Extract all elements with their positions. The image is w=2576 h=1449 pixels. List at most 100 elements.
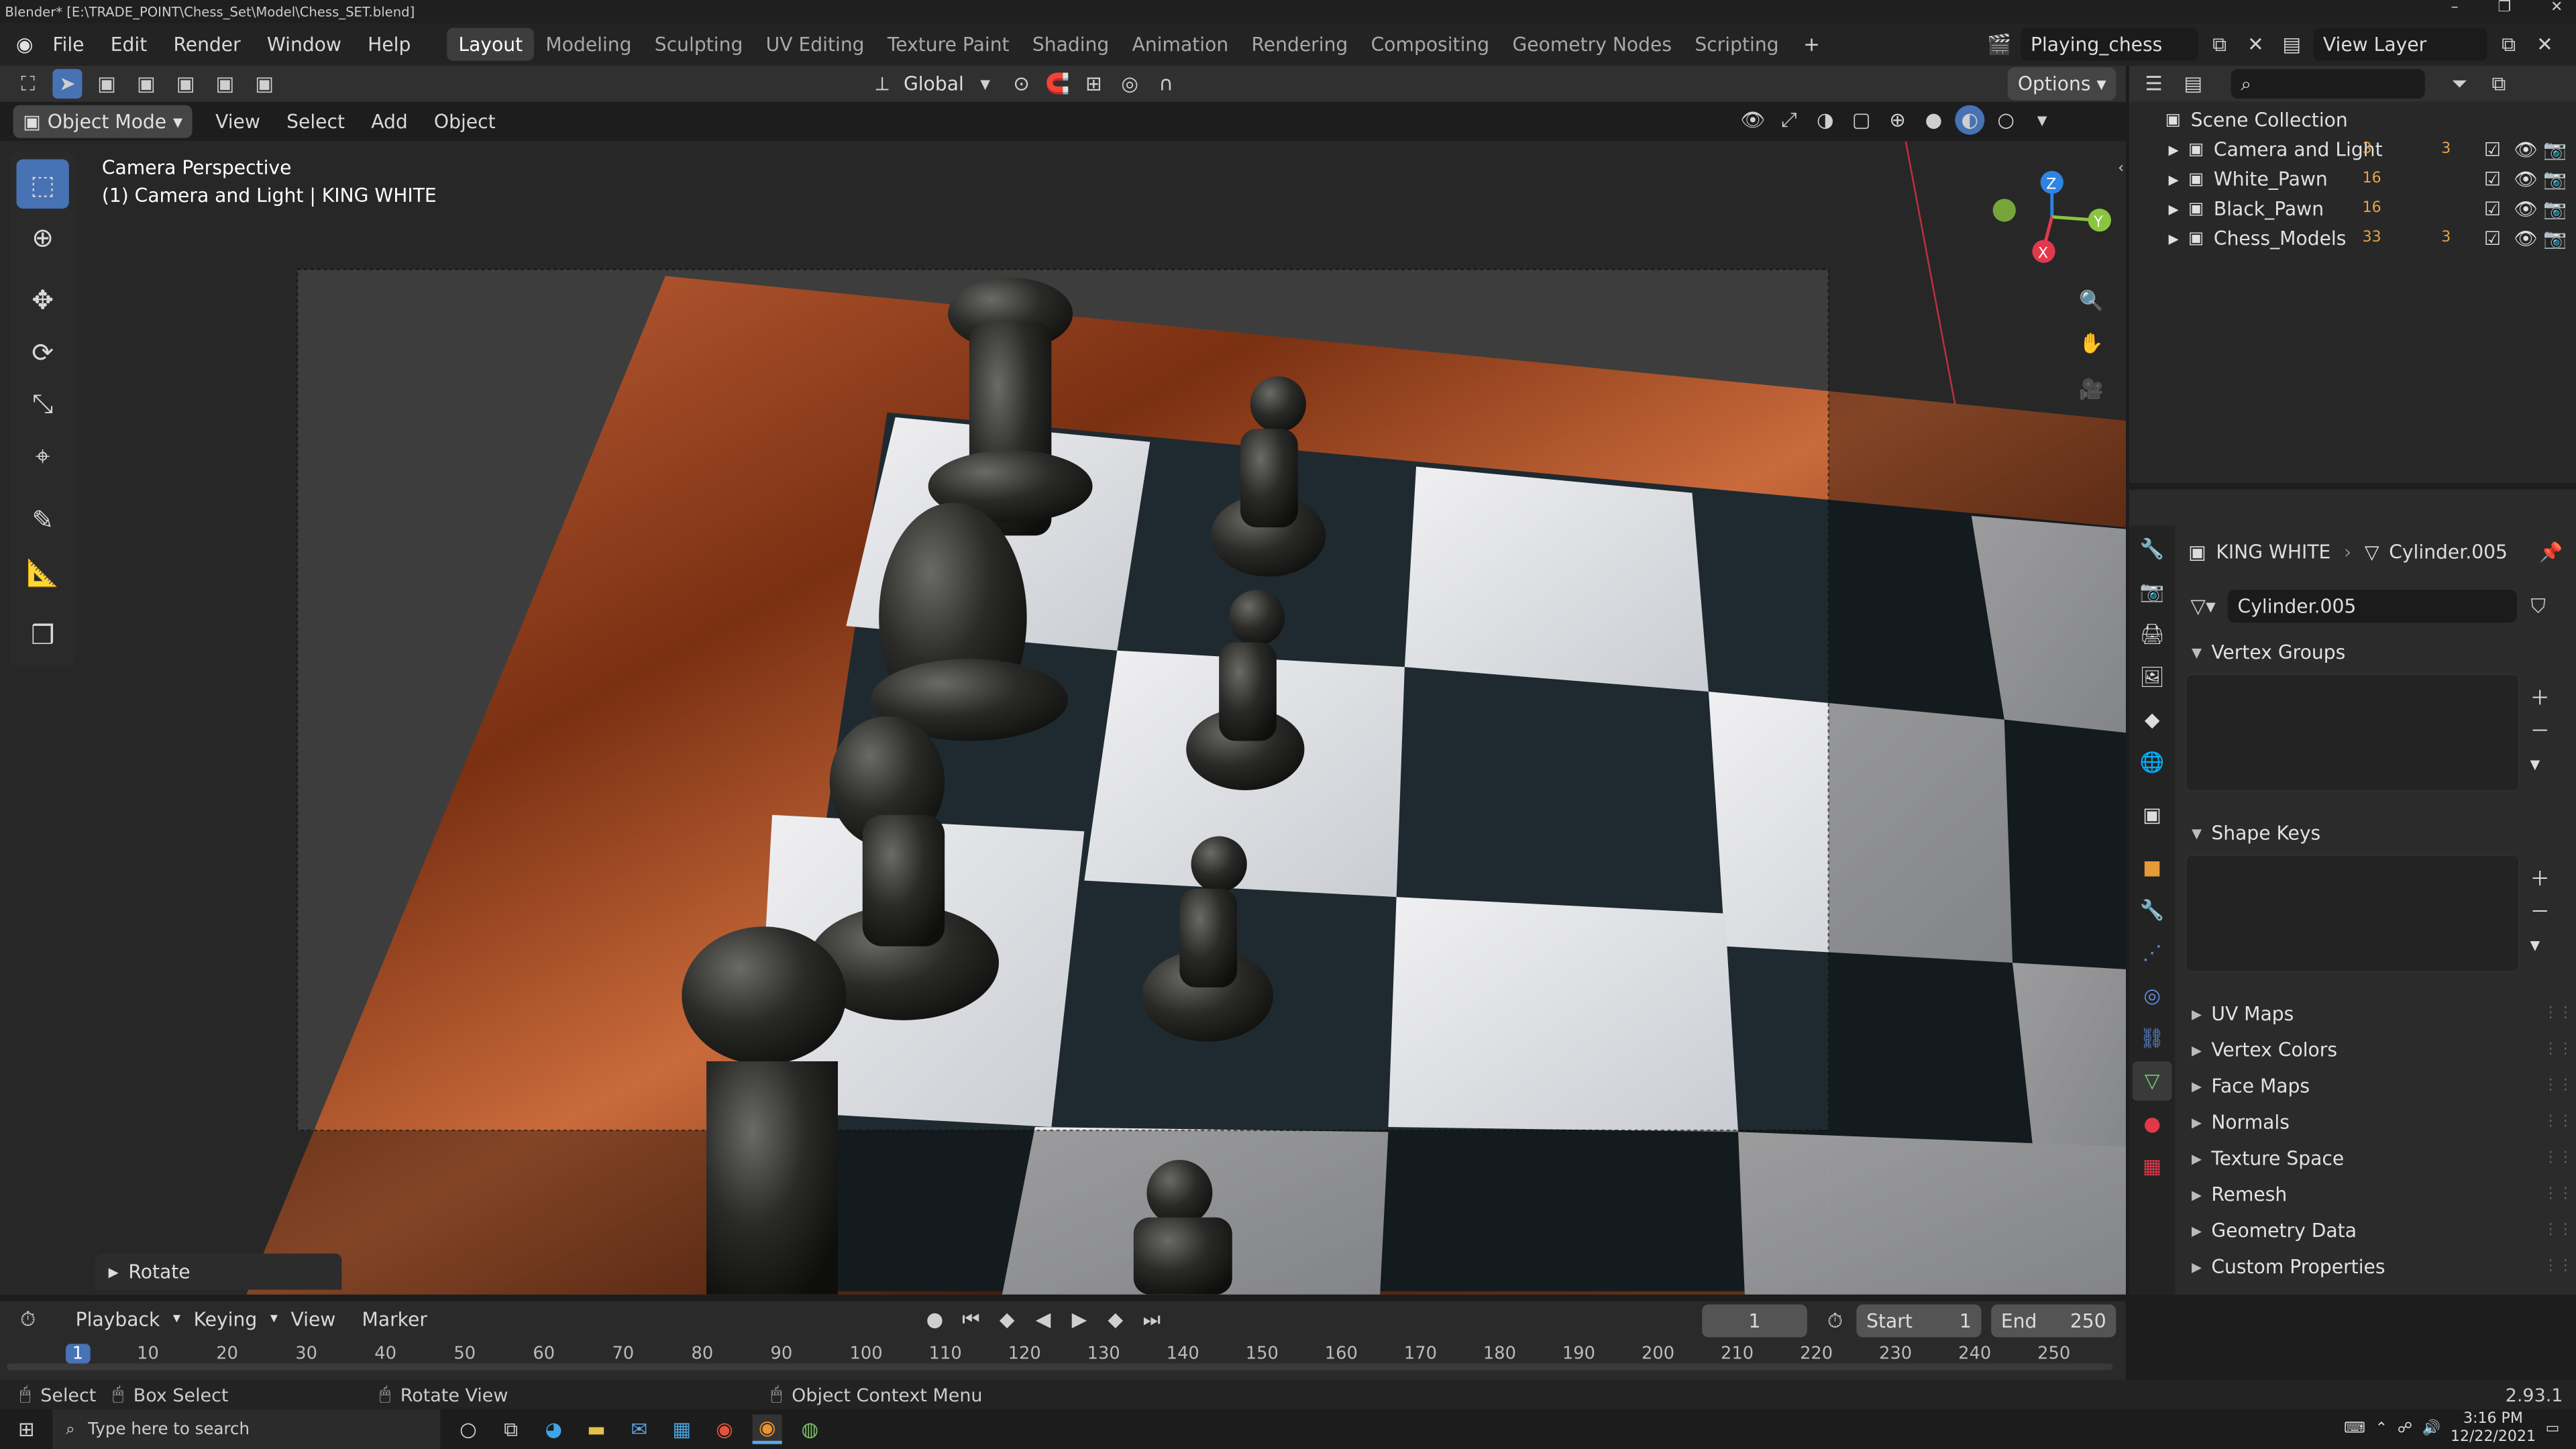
drag-handle-icon[interactable]: ⋮⋮	[2543, 1222, 2573, 1238]
proportional-edit-icon[interactable]: ◎	[1115, 69, 1144, 99]
mesh-data-tab-icon[interactable]: ▽	[2132, 1061, 2172, 1101]
panel-face-maps[interactable]: ▶ Face Maps ⋮⋮	[2178, 1068, 2573, 1104]
camera-render-icon[interactable]: 📷	[2543, 168, 2567, 191]
blender-taskbar-icon[interactable]: ◉	[752, 1414, 782, 1444]
play-icon[interactable]: ▶	[1065, 1305, 1094, 1334]
transform-tool-icon[interactable]: ⌖	[16, 432, 68, 481]
expand-triangle-icon[interactable]: ▶	[2169, 201, 2188, 216]
rendered-shading-icon[interactable]: ○	[1991, 105, 2021, 135]
render-tab-icon[interactable]: 📷	[2133, 572, 2172, 611]
last-operator-panel[interactable]: ▶ Rotate	[95, 1253, 342, 1290]
mode-new-icon[interactable]: ▣	[92, 69, 121, 99]
scene-icon[interactable]: 🎬	[1984, 30, 2014, 59]
vertex-groups-list[interactable]	[2185, 674, 2520, 792]
new-collection-icon[interactable]: ⧉	[2484, 69, 2514, 99]
timeline-editor-icon[interactable]: ⏱	[13, 1305, 43, 1334]
eye-icon[interactable]: 👁	[2514, 197, 2538, 220]
pivot-point-icon[interactable]: ⊙	[1006, 69, 1036, 99]
menu-render[interactable]: Render	[160, 28, 254, 61]
tab-layout[interactable]: Layout	[447, 28, 535, 61]
taskbar-search-input[interactable]: ⌕ Type here to search	[52, 1409, 441, 1449]
timeline-menu-keying[interactable]: Keying	[180, 1303, 270, 1336]
annotate-tool-icon[interactable]: ✎	[16, 494, 68, 543]
add-workspace-icon[interactable]: +	[1797, 30, 1827, 59]
constraints-tab-icon[interactable]: ⛓	[2133, 1018, 2172, 1058]
add-icon[interactable]: ＋	[2530, 863, 2549, 896]
camera-render-icon[interactable]: 📷	[2543, 197, 2567, 220]
edge-icon[interactable]: ◕	[539, 1415, 568, 1444]
menu-window[interactable]: Window	[254, 28, 354, 61]
shape-keys-list[interactable]	[2185, 854, 2520, 973]
navigation-gizmo[interactable]: Z Y X	[1972, 158, 2119, 272]
timeline-menu-marker[interactable]: Marker	[349, 1303, 441, 1336]
record-icon[interactable]: ●	[920, 1305, 949, 1334]
remove-icon[interactable]: －	[2530, 714, 2549, 747]
windows-start-icon[interactable]: ⊞	[10, 1415, 43, 1444]
mode-extend-icon[interactable]: ▣	[131, 69, 161, 99]
scale-tool-icon[interactable]: ⤡	[16, 380, 68, 429]
start-frame-field[interactable]: Start 1	[1856, 1304, 1982, 1338]
drag-handle-icon[interactable]: ⋮⋮	[2543, 1258, 2573, 1275]
drag-handle-icon[interactable]: ⋮⋮	[2543, 1078, 2573, 1094]
delete-view-layer-icon[interactable]: ✕	[2530, 30, 2559, 59]
tab-compositing[interactable]: Compositing	[1359, 28, 1501, 61]
file-explorer-icon[interactable]: ▬	[582, 1415, 611, 1444]
object-mode-dropdown[interactable]: ▣ Object Mode ▾	[13, 105, 193, 138]
camera-render-icon[interactable]: 📷	[2543, 138, 2567, 161]
viewport-menu-add[interactable]: Add	[358, 105, 421, 138]
exclude-checkbox[interactable]: ☑	[2484, 227, 2501, 250]
move-tool-icon[interactable]: ✥	[16, 274, 68, 323]
eye-icon[interactable]: 👁	[2514, 227, 2538, 250]
tab-modeling[interactable]: Modeling	[534, 28, 643, 61]
drag-handle-icon[interactable]: ⋮⋮	[2543, 1150, 2573, 1166]
particles-tab-icon[interactable]: ⋰	[2133, 933, 2172, 973]
select-box-tool-icon[interactable]: ⬚	[16, 159, 69, 209]
pin-icon[interactable]: 📌	[2539, 541, 2563, 564]
viewport-menu-object[interactable]: Object	[421, 105, 508, 138]
rotate-tool-icon[interactable]: ⟳	[16, 327, 68, 376]
outliner-editor-icon[interactable]: ☰	[2139, 69, 2169, 99]
panel-texture-space[interactable]: ▶ Texture Space ⋮⋮	[2178, 1140, 2573, 1177]
notifications-icon[interactable]: ▭	[2546, 1421, 2560, 1437]
menu-file[interactable]: File	[40, 28, 97, 61]
scene-name-field[interactable]: Playing_chess	[2021, 28, 2198, 61]
overlay-icon[interactable]: ◑	[1811, 105, 1840, 135]
panel-vertex-colors[interactable]: ▶ Vertex Colors ⋮⋮	[2178, 1032, 2573, 1068]
select-tool-icon[interactable]: ➤	[52, 68, 83, 99]
chrome-icon[interactable]: ◉	[710, 1415, 739, 1444]
shape-keys-header[interactable]: ▼ Shape Keys	[2178, 815, 2573, 851]
keyboard-icon[interactable]: ⌨	[2344, 1421, 2365, 1437]
camera-view-icon[interactable]: 🎥	[2077, 374, 2106, 404]
transform-orientation-icon[interactable]: ⟂	[867, 69, 897, 99]
panel-custom-properties[interactable]: ▶ Custom Properties ⋮⋮	[2178, 1248, 2573, 1285]
pan-hand-icon[interactable]: ✋	[2077, 329, 2106, 358]
outliner-item[interactable]: ▶ ▣ Black_Pawn 16 ☑ 👁 📷	[2129, 194, 2576, 223]
expand-triangle-icon[interactable]: ▶	[2169, 172, 2188, 186]
tab-sculpting[interactable]: Sculpting	[643, 28, 755, 61]
exclude-checkbox[interactable]: ☑	[2484, 197, 2501, 220]
tab-shading[interactable]: Shading	[1021, 28, 1121, 61]
snap-icon[interactable]: 🧲	[1042, 69, 1072, 99]
falloff-icon[interactable]: ∩	[1151, 69, 1181, 99]
scene-collection-row[interactable]: ▣ Scene Collection	[2129, 105, 2576, 135]
store-icon[interactable]: ▦	[667, 1415, 696, 1444]
timeline-menu-view[interactable]: View	[278, 1303, 349, 1336]
tab-rendering[interactable]: Rendering	[1240, 28, 1359, 61]
panel-normals[interactable]: ▶ Normals ⋮⋮	[2178, 1104, 2573, 1140]
chevron-down-icon[interactable]: ▾	[2027, 105, 2057, 135]
chevron-down-icon[interactable]: ▾	[2530, 747, 2549, 780]
app-icon[interactable]: ◍	[795, 1415, 824, 1444]
modifier-tab-icon[interactable]: 🔧	[2133, 890, 2172, 930]
tab-uv-editing[interactable]: UV Editing	[754, 28, 875, 61]
chevron-down-icon[interactable]: ▾	[2530, 928, 2549, 961]
tool-tab-icon[interactable]: 🔧	[2133, 529, 2172, 569]
object-tab-icon[interactable]: ■	[2133, 848, 2172, 888]
mode-intersect-icon[interactable]: ▣	[250, 69, 279, 99]
world-tab-icon[interactable]: 🌐	[2133, 743, 2172, 782]
editor-type-icon[interactable]: ⛶	[13, 69, 43, 99]
expand-triangle-icon[interactable]: ▶	[2169, 142, 2188, 157]
menu-edit[interactable]: Edit	[97, 28, 160, 61]
stopwatch-icon[interactable]: ⏱	[1820, 1306, 1849, 1336]
drag-handle-icon[interactable]: ⋮⋮	[2543, 1042, 2573, 1058]
exclude-checkbox[interactable]: ☑	[2484, 168, 2501, 191]
